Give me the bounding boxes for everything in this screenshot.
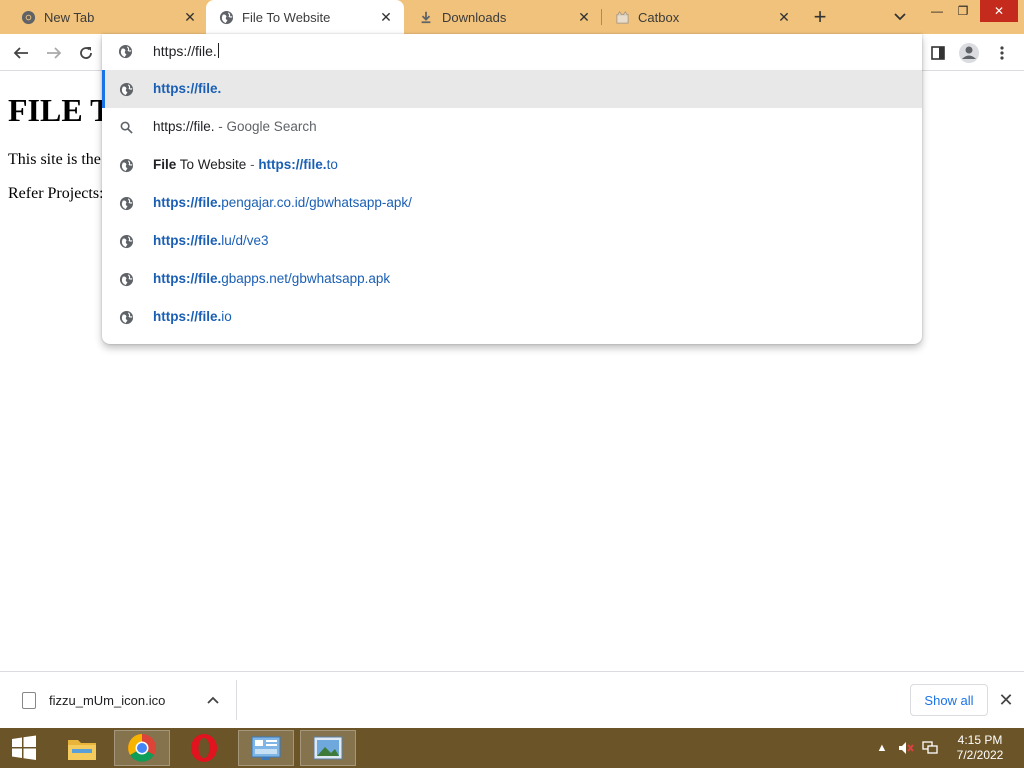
- globe-icon: [118, 44, 134, 60]
- suggestion-text: https://file.: [153, 81, 222, 96]
- file-icon: [22, 692, 36, 709]
- catbox-icon: [614, 9, 630, 25]
- tray-overflow-icon[interactable]: ▲: [874, 740, 890, 756]
- tab-label: Catbox: [638, 9, 680, 25]
- tab-catbox[interactable]: Catbox ✕: [602, 0, 800, 34]
- tab-downloads[interactable]: Downloads ✕: [406, 0, 600, 34]
- close-tab-icon[interactable]: ✕: [776, 9, 792, 25]
- start-button[interactable]: [0, 730, 48, 766]
- kebab-menu-icon: [1000, 46, 1004, 60]
- globe-icon: [118, 195, 134, 211]
- suggestion-text: File To Website - https://file.to: [153, 157, 338, 172]
- opera-icon: [191, 734, 217, 762]
- taskbar: ▲ 4:15 PM 7/2/2022: [0, 728, 1024, 768]
- tab-label: Downloads: [442, 9, 507, 25]
- suggestion-text: https://file. - Google Search: [153, 119, 317, 134]
- divider: [236, 680, 237, 720]
- forward-button[interactable]: [41, 40, 67, 66]
- close-tab-icon[interactable]: ✕: [182, 9, 198, 25]
- globe-icon: [118, 157, 134, 173]
- show-all-button[interactable]: Show all: [910, 684, 988, 716]
- side-panel-button[interactable]: [925, 40, 951, 66]
- close-tab-icon[interactable]: ✕: [378, 9, 394, 25]
- network-icon[interactable]: [922, 740, 938, 756]
- control-panel-taskbar[interactable]: [238, 730, 294, 766]
- page-text-line: This site is the: [8, 151, 101, 168]
- side-panel-icon: [931, 46, 945, 60]
- download-icon: [418, 9, 434, 25]
- forward-arrow-icon: [47, 47, 62, 59]
- globe-icon: [118, 271, 134, 287]
- avatar-icon: [959, 43, 979, 63]
- new-tab-button[interactable]: +: [808, 4, 832, 29]
- download-shelf: fizzu_mUm_icon.ico Show all ✕: [0, 671, 1024, 728]
- tab-new-tab[interactable]: New Tab ✕: [10, 0, 206, 34]
- tab-file-to-website[interactable]: File To Website ✕: [206, 0, 404, 34]
- back-arrow-icon: [13, 47, 28, 59]
- image-viewer-icon: [313, 736, 343, 760]
- omnibox-suggestion[interactable]: File To Website - https://file.to: [102, 146, 922, 184]
- omnibox-dropdown: https://file. https://file. https://file…: [102, 34, 922, 344]
- folder-icon: [68, 740, 96, 760]
- address-bar[interactable]: https://file.: [102, 34, 922, 70]
- tab-search-chevron-icon[interactable]: [888, 5, 912, 29]
- close-tab-icon[interactable]: ✕: [576, 9, 592, 25]
- system-clock[interactable]: 4:15 PM 7/2/2022: [948, 733, 1012, 763]
- file-explorer-taskbar[interactable]: [54, 730, 110, 766]
- omnibox-suggestion[interactable]: https://file.lu/d/ve3: [102, 222, 922, 260]
- address-input[interactable]: https://file.: [153, 43, 219, 59]
- suggestion-text: https://file.pengajar.co.id/gbwhatsapp-a…: [153, 195, 412, 210]
- tab-label: File To Website: [242, 9, 331, 25]
- photos-taskbar[interactable]: [300, 730, 356, 766]
- clock-date: 7/2/2022: [956, 748, 1004, 762]
- omnibox-suggestion[interactable]: https://file. - Google Search: [102, 108, 922, 146]
- tab-label: New Tab: [44, 9, 95, 25]
- globe-icon: [118, 309, 134, 325]
- profile-button[interactable]: [956, 40, 982, 66]
- reload-icon: [80, 47, 92, 59]
- control-panel-icon: [251, 736, 281, 760]
- omnibox-suggestion[interactable]: https://file.pengajar.co.id/gbwhatsapp-a…: [102, 184, 922, 222]
- suggestion-text: https://file.gbapps.net/gbwhatsapp.apk: [153, 271, 391, 286]
- speaker-muted-icon[interactable]: [898, 740, 914, 756]
- globe-icon: [218, 9, 234, 25]
- restore-button[interactable]: ❐: [948, 0, 978, 22]
- windows-logo-icon: [12, 735, 36, 760]
- back-button[interactable]: [8, 40, 34, 66]
- download-filename[interactable]: fizzu_mUm_icon.ico: [49, 693, 165, 708]
- suggestion-text: https://file.lu/d/ve3: [153, 233, 269, 248]
- search-icon: [118, 119, 134, 135]
- omnibox-suggestion[interactable]: https://file.: [102, 70, 922, 108]
- opera-taskbar[interactable]: [176, 730, 232, 766]
- clock-time: 4:15 PM: [957, 733, 1003, 747]
- reload-button[interactable]: [73, 40, 99, 66]
- close-window-button[interactable]: ✕: [980, 0, 1018, 22]
- omnibox-suggestion[interactable]: https://file.gbapps.net/gbwhatsapp.apk: [102, 260, 922, 298]
- page-text-line: Refer Projects:: [8, 185, 104, 202]
- globe-icon: [118, 233, 134, 249]
- suggestion-text: https://file.io: [153, 309, 232, 324]
- omnibox-suggestion[interactable]: https://file.io: [102, 298, 922, 336]
- chrome-icon: [20, 9, 36, 25]
- chevron-up-icon[interactable]: [204, 691, 222, 709]
- globe-icon: [118, 81, 134, 97]
- menu-button[interactable]: [989, 40, 1015, 66]
- page-heading: FILE T: [8, 92, 112, 128]
- close-shelf-icon[interactable]: ✕: [996, 690, 1016, 710]
- tab-strip: New Tab ✕ File To Website ✕ Downloads ✕ …: [0, 0, 1024, 34]
- chrome-icon: [128, 734, 156, 762]
- chrome-taskbar[interactable]: [114, 730, 170, 766]
